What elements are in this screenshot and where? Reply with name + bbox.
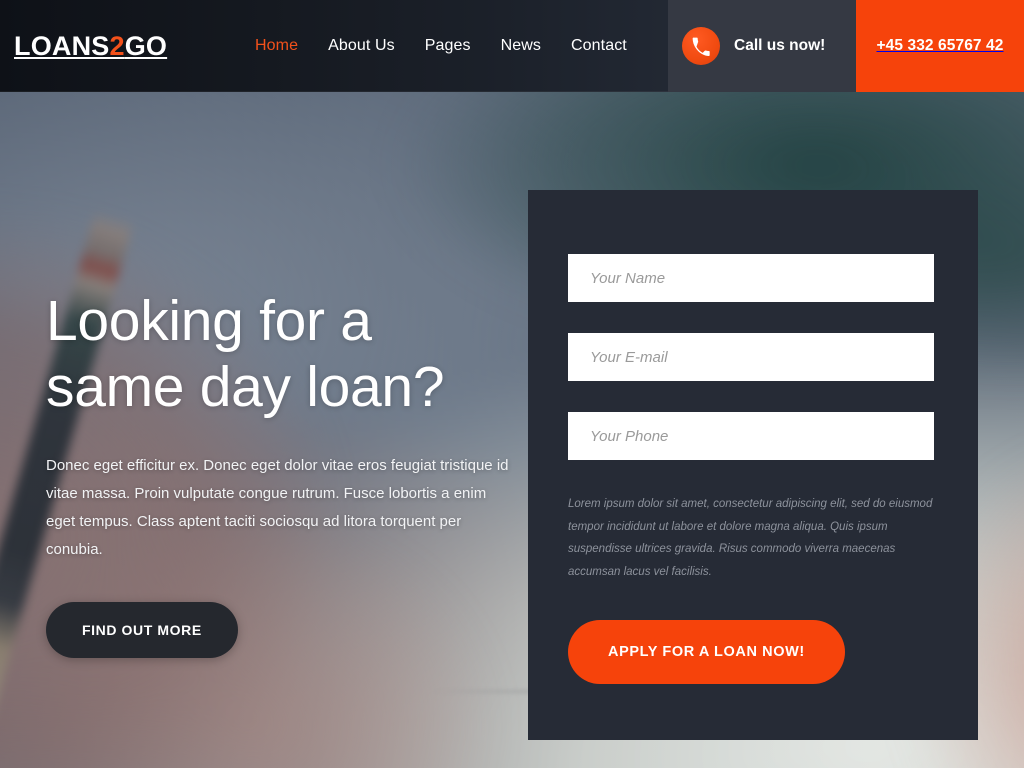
- nav-item-contact[interactable]: Contact: [571, 37, 627, 55]
- nav-item-news[interactable]: News: [501, 37, 541, 55]
- site-logo[interactable]: LOANS 2 GO: [14, 0, 167, 92]
- phone-number-text: +45 332 65767 42: [876, 37, 1004, 54]
- phone-number-block[interactable]: +45 332 65767 42: [856, 0, 1024, 92]
- loan-application-form-panel: Lorem ipsum dolor sit amet, consectetur …: [528, 190, 978, 740]
- page-root: LOANS 2 GO Home About Us Pages News Contac…: [0, 0, 1024, 768]
- call-us-block[interactable]: Call us now!: [668, 0, 856, 92]
- phone-icon: [682, 27, 720, 65]
- your-phone-input[interactable]: [568, 412, 934, 460]
- nav-item-about-us[interactable]: About Us: [328, 37, 395, 55]
- nav-item-pages[interactable]: Pages: [425, 37, 471, 55]
- hero-paragraph: Donec eget efficitur ex. Donec eget dolo…: [46, 457, 509, 558]
- apply-for-loan-button[interactable]: APPLY FOR A LOAN NOW!: [568, 620, 845, 684]
- form-disclaimer-text: Lorem ipsum dolor sit amet, consectetur …: [568, 498, 933, 578]
- hero-title: Looking for a same day loan?: [46, 289, 445, 419]
- call-us-label: Call us now!: [734, 37, 826, 54]
- logo-text-accent: 2: [109, 30, 125, 61]
- logo-text-after: GO: [124, 30, 168, 61]
- hero-content: Looking for a same day loan? Donec eget …: [46, 288, 516, 658]
- logo-text-before: LOANS: [14, 30, 110, 61]
- main-navigation: Home About Us Pages News Contact: [255, 0, 627, 92]
- find-out-more-button[interactable]: FIND OUT MORE: [46, 602, 238, 658]
- nav-item-home[interactable]: Home: [255, 37, 298, 55]
- your-email-input[interactable]: [568, 333, 934, 381]
- site-header: LOANS 2 GO Home About Us Pages News Contac…: [0, 0, 1024, 92]
- your-name-input[interactable]: [568, 254, 934, 302]
